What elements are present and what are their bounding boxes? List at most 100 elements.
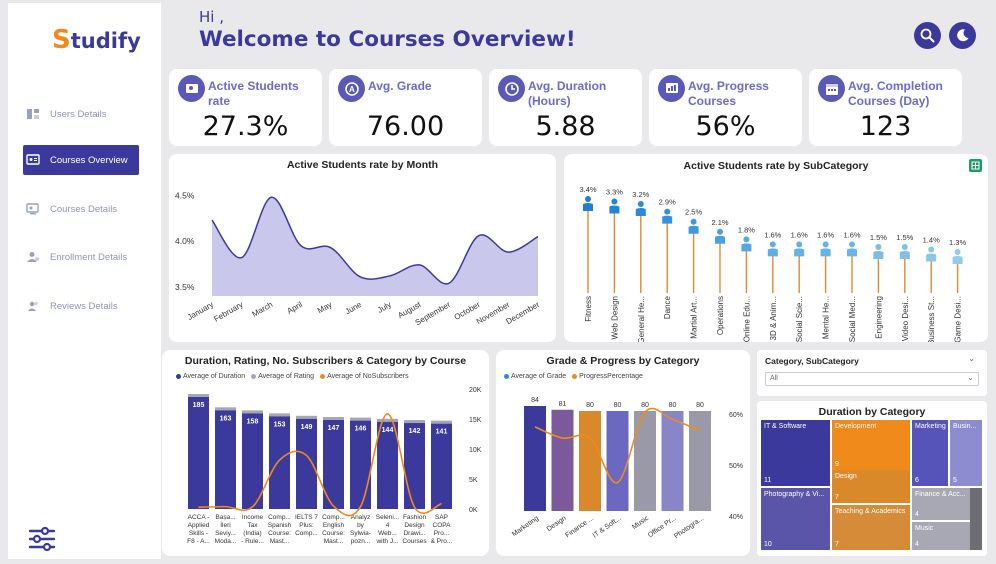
treemap-cell[interactable]: IT & Software 11 bbox=[761, 420, 830, 486]
duration-by-category-panel: Duration by Category IT & Software 11 Deve… bbox=[757, 401, 987, 556]
data-label: 147 bbox=[328, 425, 340, 432]
x-tick-label: - Rule... bbox=[241, 538, 264, 545]
treemap-cell-label: Design bbox=[835, 473, 857, 480]
search-button[interactable] bbox=[914, 22, 941, 49]
treemap-cell[interactable]: Music 4 bbox=[912, 522, 970, 550]
dark-mode-toggle[interactable] bbox=[949, 22, 976, 49]
person-icon-body bbox=[873, 250, 884, 259]
sidebar-item-courses-overview[interactable]: Courses Overview bbox=[23, 145, 139, 175]
x-tick-label: ACCA - bbox=[188, 514, 210, 521]
treemap-cell-value: 9 bbox=[835, 461, 839, 468]
x-tick-label: Mast... bbox=[270, 538, 290, 545]
data-label: 80 bbox=[641, 402, 649, 409]
x-tick-label: February bbox=[212, 300, 244, 324]
y2-tick-label: 15K bbox=[469, 417, 482, 424]
x-tick-label: Fashion bbox=[403, 514, 427, 521]
x-tick-label: Photogra... bbox=[673, 515, 705, 540]
data-label: 2.9% bbox=[659, 198, 676, 207]
page-title: Welcome to Courses Overview! bbox=[199, 27, 576, 52]
sidebar-item-label: Reviews Details bbox=[50, 300, 118, 312]
x-tick-label: IT & Soft... bbox=[592, 515, 623, 540]
filter-select[interactable]: All ⌄ bbox=[765, 372, 979, 386]
sidebar-item-courses-details[interactable]: Courses Details bbox=[23, 194, 139, 224]
rating-bar bbox=[323, 417, 344, 421]
sidebar-item-users-details[interactable]: Users Details bbox=[23, 99, 139, 129]
duration-bar bbox=[215, 410, 236, 509]
person-icon-head bbox=[585, 196, 591, 202]
chevron-down-icon[interactable]: ⌄ bbox=[968, 354, 975, 363]
treemap-cell-value: 5 bbox=[953, 477, 957, 484]
sidebar-item-enrollment-details[interactable]: Enrollment Details bbox=[23, 242, 139, 272]
treemap-cell[interactable]: Marketing 6 bbox=[912, 420, 948, 486]
category-filter: Category, SubCategory ⌄ All ⌄ bbox=[757, 350, 987, 396]
data-label: 3.4% bbox=[579, 185, 596, 194]
data-label: 80 bbox=[614, 402, 622, 409]
treemap-cell-label: Marketing bbox=[915, 423, 946, 430]
treemap-cell[interactable]: Finance & Acc... 4 bbox=[912, 488, 970, 520]
kpi-label: Active Students rate bbox=[208, 79, 299, 108]
search-icon bbox=[920, 28, 935, 43]
x-tick-label: January bbox=[186, 300, 215, 322]
treemap-cell[interactable]: Development 9 bbox=[832, 420, 910, 470]
x-tick-label: Video Desi... bbox=[901, 296, 910, 341]
x-tick-label: Tax bbox=[247, 522, 258, 529]
x-tick-label: Marketing bbox=[511, 515, 540, 538]
treemap-cell[interactable]: Design 7 bbox=[832, 470, 910, 503]
active-rate-by-month-panel: Active Students rate by Month 4.5% 4.0% 3.… bbox=[169, 154, 556, 342]
calendar-icon bbox=[818, 75, 845, 102]
sidebar-item-reviews-details[interactable]: Reviews Details bbox=[23, 291, 139, 321]
person-icon-head bbox=[769, 241, 776, 248]
data-label: 2.5% bbox=[685, 208, 702, 217]
users-details-icon bbox=[26, 108, 40, 120]
data-label: 163 bbox=[220, 415, 232, 422]
data-label: 3.2% bbox=[632, 190, 649, 199]
data-label: 141 bbox=[436, 429, 448, 436]
person-icon-head bbox=[637, 201, 644, 208]
person-icon-body bbox=[794, 248, 805, 257]
settings-sliders-icon[interactable] bbox=[28, 525, 56, 553]
x-tick-label: Fitness bbox=[584, 296, 593, 322]
kpi-value: 27.3% bbox=[202, 111, 289, 142]
data-label: 81 bbox=[559, 401, 567, 408]
treemap-cell-label: IT & Software bbox=[764, 423, 807, 430]
data-label: 153 bbox=[274, 421, 286, 428]
data-label: 144 bbox=[382, 427, 394, 434]
x-tick-label: Course: bbox=[322, 530, 345, 537]
x-tick-label: İleri bbox=[220, 520, 230, 529]
data-label: 1.6% bbox=[764, 230, 781, 239]
duration-bar bbox=[188, 397, 209, 509]
x-tick-label: Bașa... bbox=[215, 514, 235, 521]
sidebar: Studify Users Details Courses Overview C… bbox=[8, 3, 161, 559]
treemap-cell-value: 4 bbox=[915, 541, 919, 548]
kpi-avg-completion: Avg. Completion Courses (Day) 123 bbox=[809, 69, 962, 146]
rating-bar bbox=[269, 413, 290, 417]
grade-progress-chart: 60% 50% 40% 84 Marketing 81 Design 80 Finance ..… bbox=[511, 397, 743, 540]
x-tick-label: Mast... bbox=[324, 538, 344, 545]
person-icon-body bbox=[715, 235, 725, 244]
treemap-cell[interactable]: Busin... 5 bbox=[950, 420, 982, 486]
treemap-cell[interactable]: Photography & Vi... 10 bbox=[761, 488, 830, 550]
x-tick-label: Business St... bbox=[927, 296, 936, 342]
treemap-cell-label: Finance & Acc... bbox=[915, 491, 966, 498]
data-label: 142 bbox=[409, 428, 421, 435]
lollipop-chart: 3.4% Fitness 3.3% Web Design 3.2% General He.… bbox=[579, 185, 966, 342]
duration-rating-subscribers-panel: Duration, Rating, No. Subscribers & Cate… bbox=[162, 350, 489, 556]
sidebar-item-label: Courses Overview bbox=[50, 154, 128, 166]
person-icon-body bbox=[741, 243, 752, 252]
treemap-cell[interactable]: Teaching & Academics 7 bbox=[832, 505, 910, 550]
person-icon-body bbox=[635, 208, 646, 217]
treemap-cell-label: Music bbox=[915, 525, 934, 532]
x-tick-label: Pro... bbox=[434, 530, 450, 537]
x-tick-label: Music bbox=[631, 515, 650, 532]
treemap-cell[interactable] bbox=[970, 488, 982, 550]
data-label: 1.6% bbox=[817, 230, 834, 239]
kpi-active-students-rate: Active Students rate 27.3% bbox=[169, 69, 322, 146]
courses-details-icon bbox=[26, 203, 40, 215]
x-tick-label: pozn... bbox=[351, 538, 371, 545]
person-icon-head bbox=[928, 246, 935, 253]
data-label: 158 bbox=[247, 418, 259, 425]
duration-bar bbox=[350, 420, 371, 509]
data-label: 146 bbox=[355, 426, 367, 433]
x-tick-label: Plus: bbox=[299, 522, 314, 529]
treemap-cell-value: 4 bbox=[915, 511, 919, 518]
